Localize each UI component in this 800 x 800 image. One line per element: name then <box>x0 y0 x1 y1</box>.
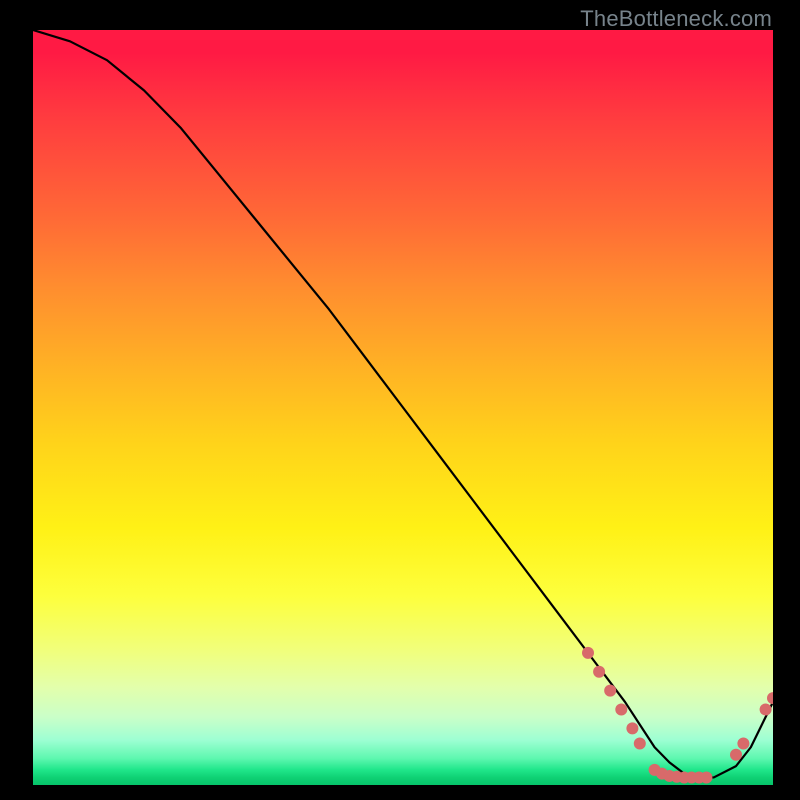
curve-marker <box>700 771 712 783</box>
curve-marker <box>615 704 627 716</box>
curve-marker <box>730 749 742 761</box>
bottleneck-curve <box>33 30 773 777</box>
curve-marker <box>767 692 773 704</box>
curve-marker <box>604 685 616 697</box>
watermark-text: TheBottleneck.com <box>580 6 772 32</box>
chart-stage: TheBottleneck.com <box>0 0 800 800</box>
curve-marker <box>582 647 594 659</box>
plot-area <box>33 30 773 785</box>
curve-marker <box>737 737 749 749</box>
chart-svg <box>33 30 773 785</box>
curve-marker <box>634 737 646 749</box>
curve-marker <box>626 722 638 734</box>
curve-marker <box>593 666 605 678</box>
curve-marker <box>760 704 772 716</box>
curve-markers <box>582 647 773 784</box>
